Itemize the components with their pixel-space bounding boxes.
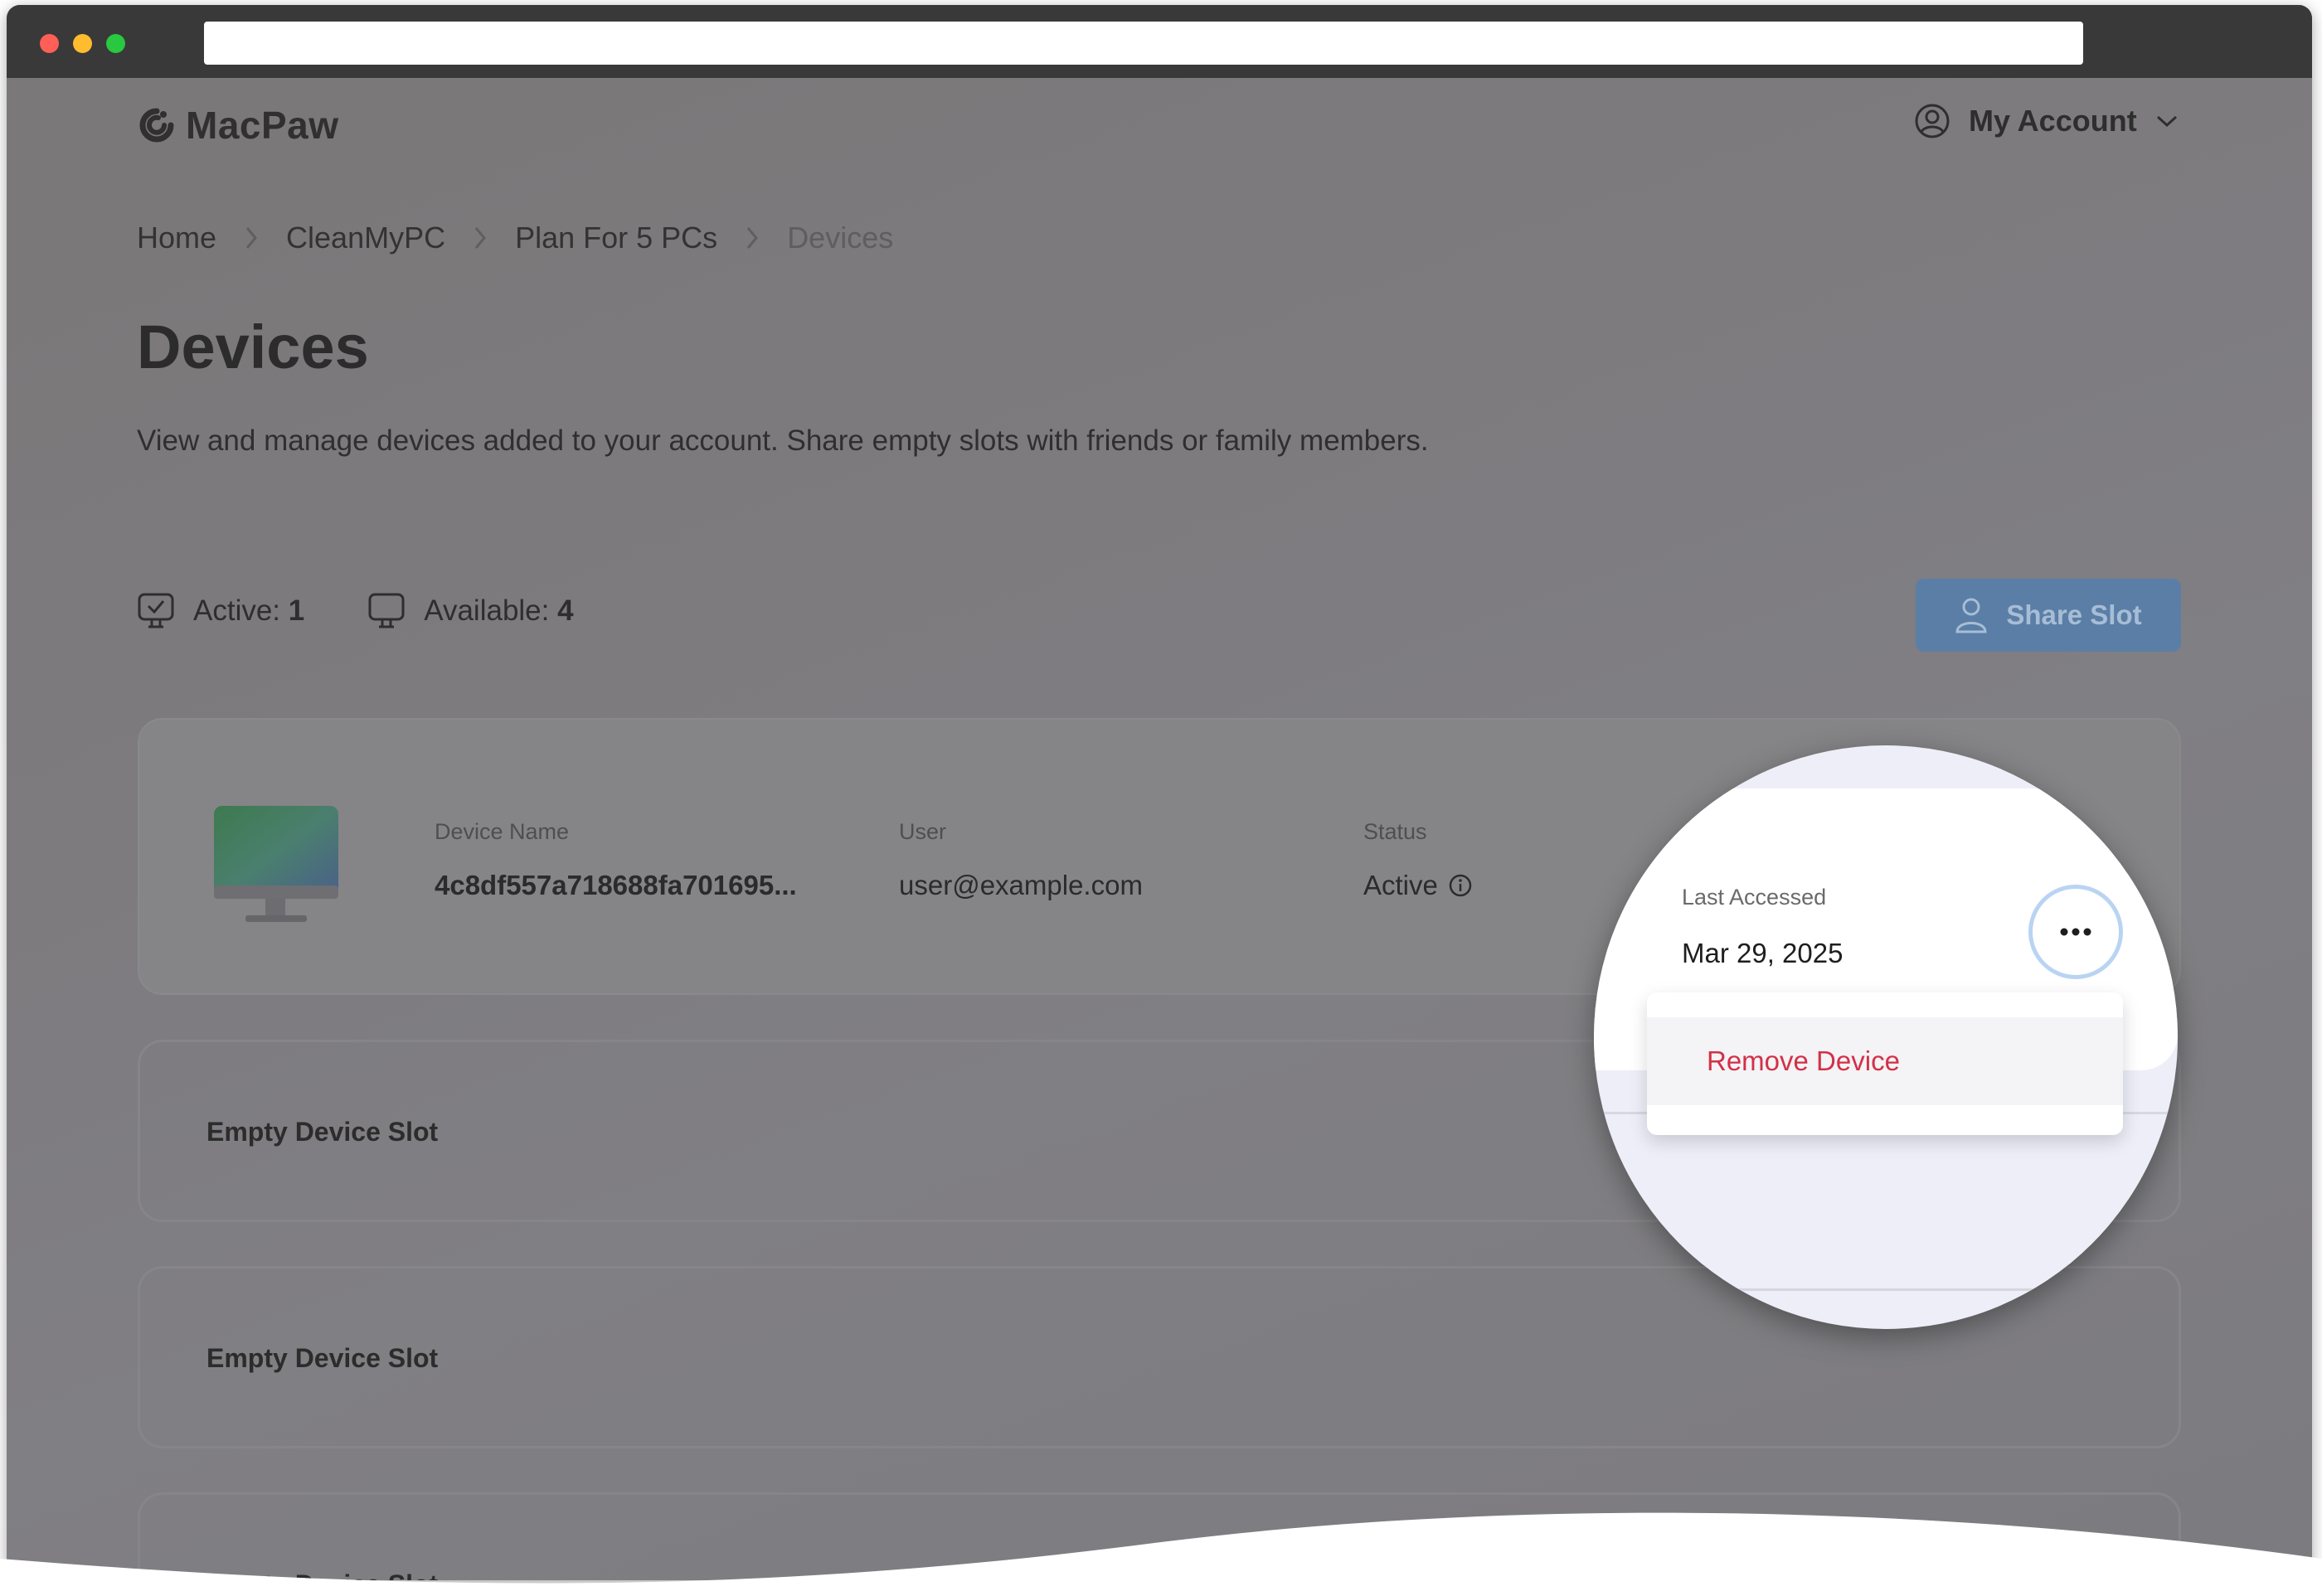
active-device-icon — [138, 593, 174, 628]
remove-device-menu-item[interactable]: Remove Device — [1647, 1017, 2123, 1105]
device-name-value: 4c8df557a718688fa701695... — [435, 870, 797, 900]
breadcrumb-home[interactable]: Home — [137, 221, 216, 255]
title-bar — [7, 5, 2312, 78]
minimize-window-button[interactable] — [73, 34, 92, 53]
breadcrumb-plan[interactable]: Plan For 5 PCs — [515, 221, 717, 255]
account-icon — [1915, 104, 1950, 138]
monitor-icon — [214, 806, 338, 922]
remove-device-label: Remove Device — [1707, 1045, 1900, 1076]
breadcrumb-devices: Devices — [787, 221, 894, 255]
logo-text: MacPaw — [186, 104, 339, 147]
device-name-column: Device Name 4c8df557a718688fa701695... — [435, 819, 797, 901]
browser-window: MacPaw My Account Home CleanMyPC Plan Fo… — [7, 5, 2312, 1580]
chevron-right-icon — [717, 225, 787, 251]
empty-slot-label: Empty Device Slot — [206, 1117, 439, 1147]
last-accessed-label: Last Accessed — [1682, 885, 1827, 910]
breadcrumb: Home CleanMyPC Plan For 5 PCs Devices — [137, 221, 893, 255]
user-icon — [1955, 598, 1987, 633]
address-bar[interactable] — [204, 22, 2083, 65]
more-options-button[interactable] — [2028, 885, 2123, 979]
zoom-window-button[interactable] — [106, 34, 125, 53]
active-value: 1 — [288, 594, 305, 627]
device-name-label: Device Name — [435, 819, 570, 844]
status-value: Active — [1363, 870, 1438, 900]
empty-slot-label: Empty Device Slot — [206, 1343, 439, 1373]
page-description: View and manage devices added to your ac… — [137, 424, 1429, 457]
active-count: Active: 1 — [137, 592, 304, 630]
more-icon — [2060, 928, 2091, 936]
magnifier-callout: Last Accessed Mar 29, 2025 Remove Device — [1594, 745, 2178, 1329]
torn-page-edge — [0, 1512, 2322, 1596]
chevron-right-icon — [216, 225, 286, 251]
status-label: Status — [1363, 819, 1427, 844]
user-label: User — [899, 819, 947, 844]
close-window-button[interactable] — [40, 34, 59, 53]
page-content: MacPaw My Account Home CleanMyPC Plan Fo… — [7, 78, 2312, 1580]
breadcrumb-cleanmypc[interactable]: CleanMyPC — [286, 221, 445, 255]
page-title: Devices — [137, 313, 369, 381]
share-slot-label: Share Slot — [2006, 599, 2142, 630]
chevron-right-icon — [445, 225, 515, 251]
available-device-icon — [368, 593, 405, 628]
macpaw-logo-icon — [139, 108, 174, 143]
info-icon[interactable] — [1448, 873, 1473, 898]
user-column: User user@example.com — [899, 819, 1143, 901]
device-options-menu: Remove Device — [1647, 992, 2123, 1135]
status-value-wrap: Active — [1363, 870, 1473, 901]
available-label: Available: — [424, 594, 550, 627]
user-value: user@example.com — [899, 870, 1143, 900]
magnified-slot-edge — [1594, 1288, 2178, 1291]
share-slot-button[interactable]: Share Slot — [1916, 579, 2181, 652]
last-accessed-value: Mar 29, 2025 — [1682, 938, 1844, 968]
available-value: 4 — [557, 594, 574, 627]
available-count: Available: 4 — [367, 592, 574, 630]
active-label: Active: — [193, 594, 281, 627]
status-column: Status Active — [1363, 819, 1473, 901]
chevron-down-icon — [2156, 115, 2177, 128]
account-label: My Account — [1969, 104, 2137, 138]
macpaw-logo[interactable]: MacPaw — [138, 103, 339, 148]
device-stats: Active: 1 Available: 4 — [137, 592, 637, 630]
my-account-menu[interactable]: My Account — [1914, 103, 2179, 139]
